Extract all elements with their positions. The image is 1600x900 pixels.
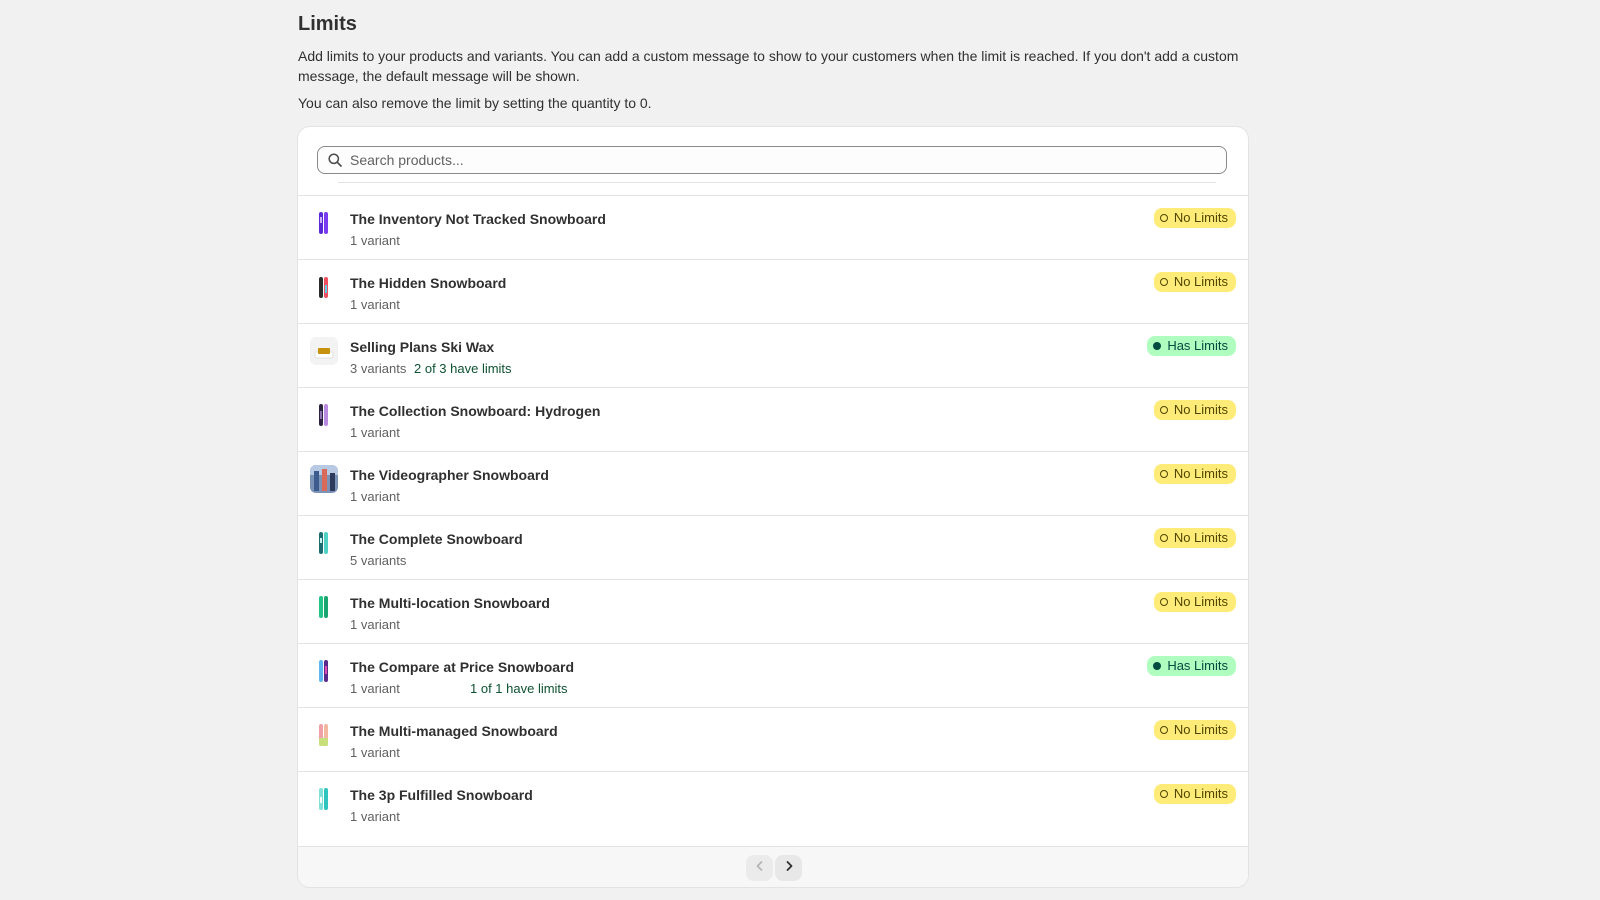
product-variant-count: 3 variants	[350, 361, 407, 376]
chevron-right-icon	[784, 859, 794, 877]
status-badge: Has Limits	[1147, 656, 1236, 676]
product-variant-count: 1 variant	[350, 681, 400, 696]
product-thumbnail	[310, 785, 338, 813]
product-name: The Collection Snowboard: Hydrogen	[350, 403, 601, 419]
status-badge: No Limits	[1153, 208, 1236, 228]
product-row[interactable]: The Complete Snowboard 5 variants No Limit…	[298, 515, 1248, 579]
empty-circle-icon	[1159, 790, 1168, 798]
product-name: Selling Plans Ski Wax	[350, 339, 495, 355]
page-title: Limits	[298, 13, 357, 35]
status-badge: No Limits	[1153, 720, 1236, 740]
product-row[interactable]: The Inventory Not Tracked Snowboard 1 var…	[298, 195, 1248, 259]
product-thumbnail	[310, 465, 338, 493]
empty-circle-icon	[1159, 470, 1168, 478]
product-variant-count: 1 variant	[350, 809, 400, 824]
product-thumbnail	[310, 337, 338, 365]
product-row[interactable]: Selling Plans Ski Wax 3 variants 2 of 3 ha…	[298, 323, 1248, 387]
search-divider	[338, 182, 1216, 183]
filled-circle-icon	[1153, 342, 1162, 350]
status-badge-label: No Limits	[1173, 274, 1228, 289]
product-name: The Hidden Snowboard	[350, 275, 507, 291]
product-thumbnail	[310, 529, 338, 557]
status-badge: Has Limits	[1147, 336, 1236, 356]
product-row[interactable]: The Multi-managed Snowboard 1 variant No L…	[298, 707, 1248, 771]
product-name: The Inventory Not Tracked Snowboard	[350, 211, 606, 227]
status-badge: No Limits	[1153, 464, 1236, 484]
product-variant-count: 1 variant	[350, 233, 400, 248]
product-row[interactable]: The Collection Snowboard: Hydrogen 1 vari…	[298, 387, 1248, 451]
chevron-left-icon	[755, 859, 765, 877]
product-thumbnail	[310, 657, 338, 685]
product-variant-count: 1 variant	[350, 489, 400, 504]
filled-circle-icon	[1153, 662, 1162, 670]
product-thumbnail	[310, 209, 338, 237]
status-badge-label: Has Limits	[1167, 658, 1228, 673]
empty-circle-icon	[1159, 534, 1168, 542]
product-name: The 3p Fulfilled Snowboard	[350, 787, 533, 803]
status-badge-label: No Limits	[1173, 722, 1228, 737]
product-variant-count: 1 variant	[350, 425, 400, 440]
product-limits-summary: 1 of 1 have limits	[470, 681, 568, 696]
search-icon	[328, 153, 342, 167]
product-thumbnail	[310, 401, 338, 429]
status-badge: No Limits	[1153, 592, 1236, 612]
status-badge-label: No Limits	[1173, 466, 1228, 481]
status-badge-label: No Limits	[1173, 594, 1228, 609]
page-description: Add limits to your products and variants…	[298, 48, 1239, 84]
product-variant-count: 1 variant	[350, 617, 400, 632]
empty-circle-icon	[1159, 406, 1168, 414]
product-limits-summary: 2 of 3 have limits	[414, 361, 512, 376]
search-box[interactable]	[317, 146, 1227, 174]
product-row[interactable]: The Videographer Snowboard 1 variant No Li…	[298, 451, 1248, 515]
product-variant-count: 1 variant	[350, 297, 400, 312]
next-page-button[interactable]	[775, 855, 802, 881]
status-badge: No Limits	[1153, 784, 1236, 804]
status-badge: No Limits	[1153, 272, 1236, 292]
product-variant-count: 1 variant	[350, 745, 400, 760]
status-badge-label: No Limits	[1173, 210, 1228, 225]
pagination	[746, 855, 802, 881]
product-name: The Multi-managed Snowboard	[350, 723, 558, 739]
product-name: The Compare at Price Snowboard	[350, 659, 575, 675]
search-input[interactable]	[350, 147, 1210, 173]
limits-page: Limits Add limits to your products and v…	[298, 0, 1248, 887]
empty-circle-icon	[1159, 214, 1168, 222]
search-field	[317, 146, 1227, 174]
status-badge-label: Has Limits	[1167, 338, 1228, 353]
product-row[interactable]: The Hidden Snowboard 1 variant No Limits	[298, 259, 1248, 323]
product-name: The Videographer Snowboard	[350, 467, 549, 483]
empty-circle-icon	[1159, 726, 1168, 734]
product-thumbnail	[310, 593, 338, 621]
product-row[interactable]: The 3p Fulfilled Snowboard 1 variant No Li…	[298, 771, 1248, 835]
empty-circle-icon	[1159, 598, 1168, 606]
product-row[interactable]: The Multi-location Snowboard 1 variant No …	[298, 579, 1248, 643]
products-card: The Inventory Not Tracked Snowboard 1 var…	[298, 127, 1248, 887]
empty-circle-icon	[1159, 278, 1168, 286]
previous-page-button[interactable]	[746, 855, 773, 881]
page-description-secondary: You can also remove the limit by setting…	[298, 95, 652, 111]
product-name: The Complete Snowboard	[350, 531, 523, 547]
product-thumbnail	[310, 273, 338, 301]
status-badge: No Limits	[1153, 528, 1236, 548]
product-variant-count: 5 variants	[350, 553, 407, 568]
pagination-footer	[298, 846, 1248, 887]
product-thumbnail	[310, 721, 338, 749]
product-list: The Inventory Not Tracked Snowboard 1 var…	[298, 195, 1248, 835]
status-badge-label: No Limits	[1173, 402, 1228, 417]
product-name: The Multi-location Snowboard	[350, 595, 550, 611]
product-row[interactable]: The Compare at Price Snowboard 1 variant 1…	[298, 643, 1248, 707]
status-badge-label: No Limits	[1173, 530, 1228, 545]
status-badge-label: No Limits	[1173, 786, 1228, 801]
status-badge: No Limits	[1153, 400, 1236, 420]
